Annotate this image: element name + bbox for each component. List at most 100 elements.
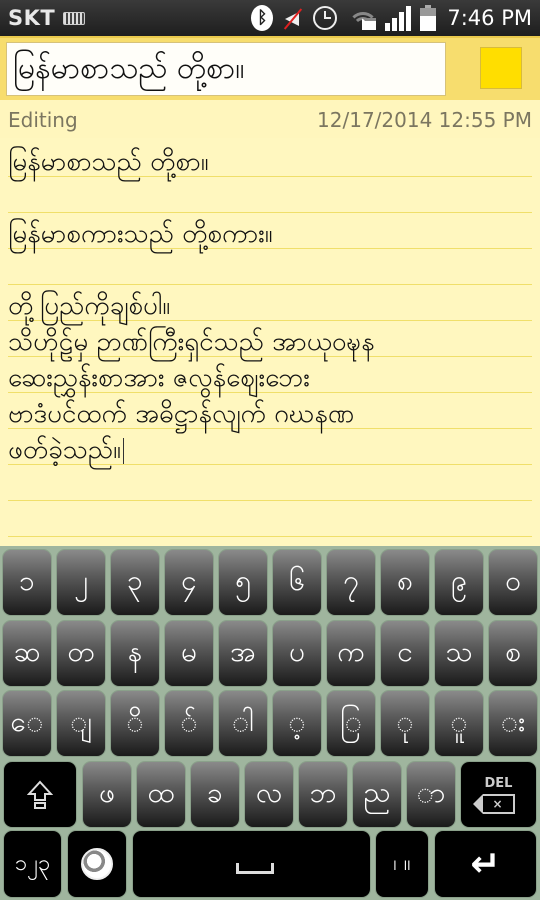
key[interactable]: း [488,690,538,757]
key[interactable]: က [326,620,376,687]
status-bar: SKT ᛒ 7:46 PM [0,0,540,36]
key[interactable]: ၉ [434,549,484,616]
key-label: ၆ [289,563,305,597]
key-label: တ [67,634,95,668]
key-label: ဘ [309,775,337,809]
ruled-line [8,500,532,501]
key-label: ာ [416,775,446,809]
mute-icon [282,6,304,30]
key-label: ၅ [235,563,251,597]
note-text-line: မြန်မာစကားသည် တို့စကား။ [8,219,273,249]
key[interactable]: ၈ [380,549,430,616]
key[interactable]: ု [380,690,430,757]
punctuation-key[interactable]: ၊ ။ [375,830,429,898]
signal-icon [385,5,412,31]
key-label: ့ [288,704,306,738]
key[interactable]: င [380,620,430,687]
key[interactable]: သ [434,620,484,687]
key-label: ၀ [505,563,521,597]
key[interactable]: ြ [326,690,376,757]
note-title-input[interactable]: မြန်မာစာသည် တို့စာ။ [6,42,446,96]
key-label: က [337,634,365,668]
key[interactable]: ူ [434,690,484,757]
key-label: ခ [207,775,223,809]
mode-label: Editing [8,108,78,132]
delete-key[interactable]: DEL × [460,761,537,828]
timestamp-label: 12/17/2014 12:55 PM [317,108,532,132]
key[interactable]: ၃ [110,549,160,616]
delete-label: DEL [484,775,513,791]
key[interactable]: ၂ [56,549,106,616]
alarm-icon [313,6,338,30]
note-text-line: သိဟိုဠ်မှ ဉာဏ်ကြီးရှင်သည် အာယုဝဍ္ဎန [8,327,375,357]
key[interactable]: ဘ [298,761,348,828]
key[interactable]: ့ [272,690,322,757]
note-title-bar: မြန်မာစာသည် တို့စာ။ [0,36,540,100]
key[interactable]: ခ [190,761,240,828]
key[interactable]: ် [164,690,214,757]
key[interactable]: ပ [272,620,322,687]
key[interactable]: ေ [2,690,52,757]
key-label: ဆ [13,634,41,668]
language-key[interactable] [67,830,127,898]
symbols-label: ၁၂၃ [14,850,51,876]
key-label: န [127,634,143,668]
key-label: း [500,704,526,738]
note-text-line: ဖတ်ခဲ့သည်။ [8,435,121,465]
key[interactable]: ၇ [326,549,376,616]
punctuation-label: ၊ ။ [393,850,411,876]
space-icon [236,863,274,874]
battery-icon [420,5,437,31]
key[interactable]: ၄ [164,549,214,616]
bluetooth-icon: ᛒ [251,5,274,31]
key[interactable]: ည [352,761,402,828]
key[interactable]: ျ [56,690,106,757]
note-text-line: မြန်မာစာသည် တို့စာ။ [8,147,209,177]
key-label: ပ [289,634,305,668]
key[interactable]: ဖ [82,761,132,828]
note-text-line: ဗာဒံပင်ထက် အဓိဋ္ဌာန်လျက် ဂဃနဏ [8,399,355,429]
key-label: ၁ [19,563,35,597]
key-label: ိ [126,704,144,738]
key[interactable]: န [110,620,160,687]
key-label: မ [181,634,197,668]
key[interactable]: မ [164,620,214,687]
key-label: ေ [10,704,44,738]
clock: 7:46 PM [447,6,532,30]
shift-key[interactable] [3,761,77,828]
enter-key[interactable]: ↵ [434,830,537,898]
key[interactable]: ထ [136,761,186,828]
key[interactable]: ာ [406,761,456,828]
key[interactable]: စ [488,620,538,687]
key-label: ဖ [99,775,115,809]
key[interactable]: ၆ [272,549,322,616]
key[interactable]: ါ [218,690,268,757]
key-label: ၉ [451,563,467,597]
shift-icon [27,780,53,809]
symbols-key[interactable]: ၁၂၃ [3,830,62,898]
key-label: ၃ [127,563,143,597]
key[interactable]: လ [244,761,294,828]
key-label: ျ [70,704,92,738]
space-key[interactable] [132,830,371,898]
key[interactable]: ဆ [2,620,52,687]
key-label: ု [396,704,414,738]
key-label: ၇ [343,563,359,597]
enter-icon: ↵ [470,843,501,885]
note-body-textarea[interactable]: မြန်မာစာသည် တို့စာ။ မြန်မာစကားသည် တို့စက… [0,138,540,546]
note-color-button[interactable] [480,47,522,89]
key-label: ၄ [181,563,197,597]
key[interactable]: အ [218,620,268,687]
key-label: ါ [231,704,255,738]
key[interactable]: ၅ [218,549,268,616]
key-label: ြ [339,704,363,738]
ruled-line [8,284,532,285]
key-label: စ [505,634,521,668]
key[interactable]: ၀ [488,549,538,616]
key[interactable]: တ [56,620,106,687]
note-text-line: ဆေးညွှန်းစာအား ဇလွန်ဈေးဘေး [8,363,310,393]
key-label: အ [230,634,256,668]
key[interactable]: ၁ [2,549,52,616]
key[interactable]: ိ [110,690,160,757]
note-text-line: တို့ပြည်ကိုချစ်ပါ။ [8,291,171,321]
